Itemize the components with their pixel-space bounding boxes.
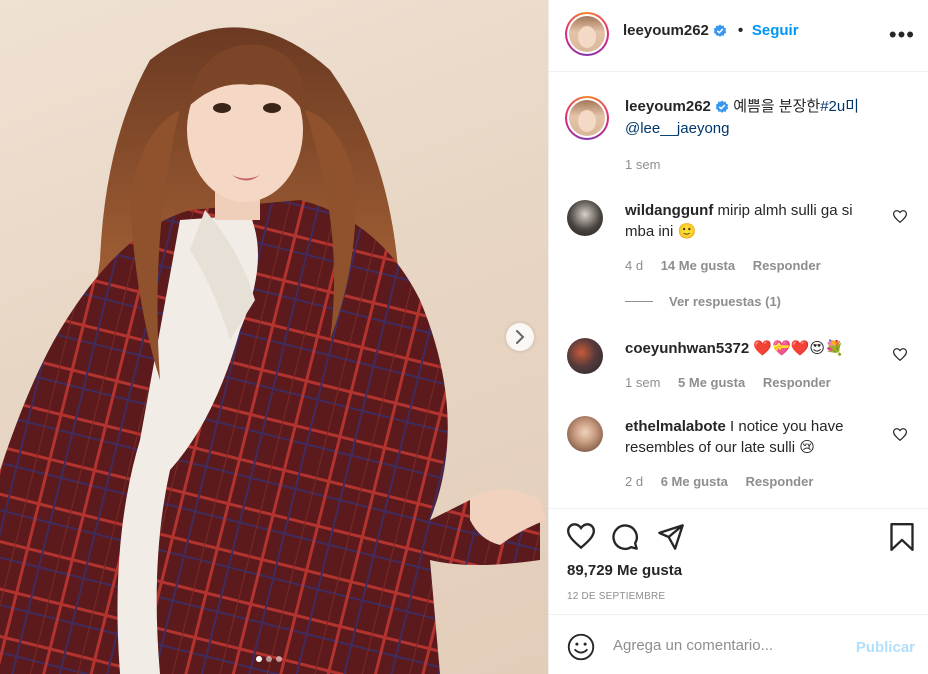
caption-mention[interactable]: @lee__jaeyong <box>625 120 729 137</box>
emoji-icon[interactable] <box>567 633 595 661</box>
caption-hashtag[interactable]: #2u미 <box>820 98 859 115</box>
carousel-dot <box>266 656 272 662</box>
view-replies-button[interactable]: Ver respuestas (1) <box>625 294 781 309</box>
comment-likes[interactable]: 14 Me gusta <box>661 258 735 273</box>
comment-item: ethelmalabote I notice you have resemble… <box>625 416 875 458</box>
post-date[interactable]: 12 de septiembre <box>567 591 665 602</box>
header-separator: • <box>737 22 744 39</box>
heart-icon[interactable] <box>893 348 907 361</box>
comment-time[interactable]: 1 sem <box>625 375 660 390</box>
likes-count[interactable]: 89,729 Me gusta <box>567 562 682 579</box>
heart-icon[interactable] <box>893 428 907 441</box>
instagram-post: leeyoum262 • Seguir ••• leeyoum262 예쁨을 분… <box>0 0 928 674</box>
heart-icon[interactable] <box>567 523 595 549</box>
share-icon[interactable] <box>657 523 685 551</box>
more-icon: ••• <box>888 22 915 47</box>
comment-time[interactable]: 2 d <box>625 474 643 489</box>
comment-avatar[interactable] <box>567 416 603 452</box>
carousel-indicator <box>256 656 282 662</box>
caption-avatar[interactable] <box>565 96 609 140</box>
replies-line <box>625 301 653 302</box>
comment-username[interactable]: coeyunhwan5372 <box>625 340 749 357</box>
post-side-panel: leeyoum262 • Seguir ••• leeyoum262 예쁨을 분… <box>548 0 928 674</box>
publish-button[interactable]: Publicar <box>856 639 915 656</box>
comment-meta: 1 sem 5 Me gusta Responder <box>625 375 845 390</box>
verified-icon <box>714 24 727 37</box>
author-username[interactable]: leeyoum262 <box>623 22 709 39</box>
comment-item: wildanggunf mirip almh sulli ga si mba i… <box>625 200 875 242</box>
comment-likes[interactable]: 6 Me gusta <box>661 474 728 489</box>
comment-meta: 4 d 14 Me gusta Responder <box>625 258 835 273</box>
comment-username[interactable]: wildanggunf <box>625 202 713 219</box>
comment-avatar[interactable] <box>567 338 603 374</box>
carousel-dot <box>256 656 262 662</box>
caption-username[interactable]: leeyoum262 <box>625 98 711 115</box>
view-replies-label: Ver respuestas (1) <box>669 294 782 309</box>
post-photo[interactable] <box>0 0 548 674</box>
comment-text: ❤️💝❤️😍💐 <box>749 340 844 357</box>
comment-input[interactable] <box>611 633 835 657</box>
comments-section: leeyoum262 예쁨을 분장한#2u미 @lee__jaeyong 1 s… <box>549 72 928 508</box>
comment-time[interactable]: 4 d <box>625 258 643 273</box>
chevron-right-icon <box>516 330 525 344</box>
caption-text: 예쁨을 분장한 <box>729 98 821 115</box>
caption-time[interactable]: 1 sem <box>625 157 660 172</box>
verified-icon <box>715 100 729 113</box>
carousel-dot <box>276 656 282 662</box>
post-header: leeyoum262 • Seguir ••• <box>549 0 928 72</box>
comment-username[interactable]: ethelmalabote <box>625 418 726 435</box>
comment-likes[interactable]: 5 Me gusta <box>678 375 745 390</box>
comment-item: coeyunhwan5372 ❤️💝❤️😍💐 <box>625 338 875 359</box>
comment-avatar[interactable] <box>567 200 603 236</box>
author-avatar[interactable] <box>565 12 609 56</box>
comment-icon[interactable] <box>611 523 639 551</box>
carousel-next-button[interactable] <box>506 323 534 351</box>
post-actions: 89,729 Me gusta 12 de septiembre <box>549 508 928 614</box>
more-options-button[interactable]: ••• <box>889 22 915 48</box>
reply-button[interactable]: Responder <box>746 474 814 489</box>
heart-icon[interactable] <box>893 210 907 223</box>
comment-composer: Publicar <box>549 614 928 674</box>
post-caption: leeyoum262 예쁨을 분장한#2u미 @lee__jaeyong <box>625 96 905 140</box>
follow-button[interactable]: Seguir <box>752 22 799 39</box>
post-image <box>0 27 546 674</box>
comment-meta: 2 d 6 Me gusta Responder <box>625 474 827 489</box>
reply-button[interactable]: Responder <box>753 258 821 273</box>
bookmark-icon[interactable] <box>889 523 915 551</box>
reply-button[interactable]: Responder <box>763 375 831 390</box>
